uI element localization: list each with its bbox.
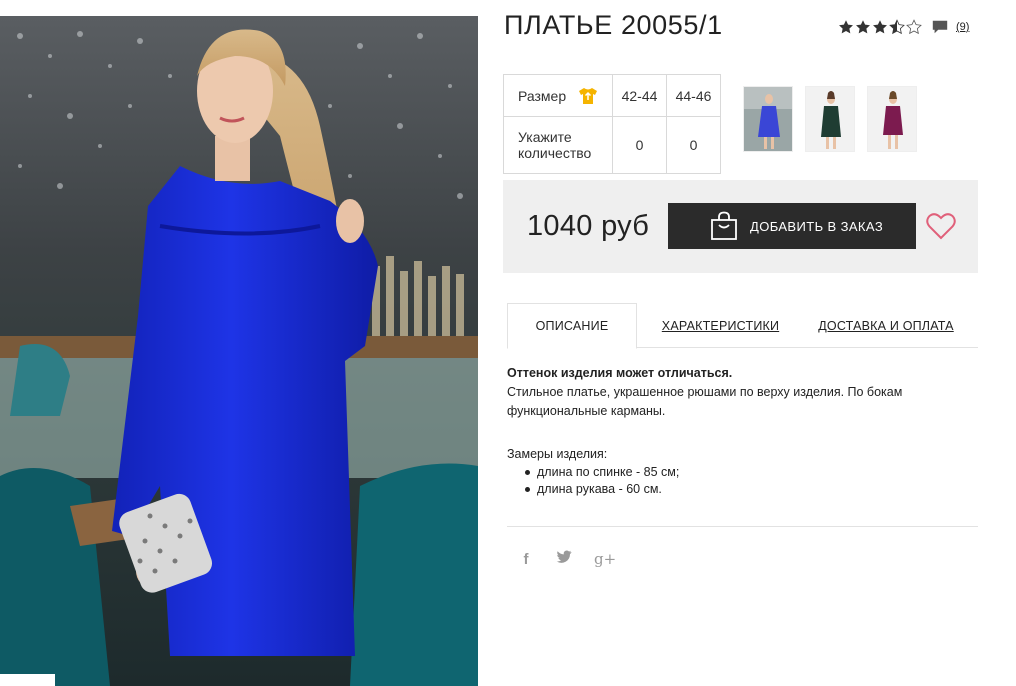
list-item: длина по спинке - 85 см;	[525, 464, 977, 481]
description: Оттенок изделия может отличаться. Стильн…	[507, 364, 977, 498]
size-label-cell: Размер	[503, 74, 613, 117]
twitter-icon[interactable]	[556, 550, 572, 568]
size-table: Размер 42-44 44-46 Укажите количество 0 …	[503, 74, 721, 174]
list-item: длина рукава - 60 см.	[525, 481, 977, 498]
product-title: ПЛАТЬЕ 20055/1	[504, 10, 723, 40]
color-disclaimer: Оттенок изделия может отличаться.	[507, 366, 733, 380]
tab-characteristics[interactable]: ХАРАКТЕРИСТИКИ	[653, 303, 788, 348]
photo-corner-patch	[0, 674, 55, 686]
price-bar: 1040 руб ДОБАВИТЬ В ЗАКАЗ	[503, 180, 978, 273]
quantity-input[interactable]: 0	[666, 116, 721, 174]
measures-list: длина по спинке - 85 см; длина рукава - …	[507, 464, 977, 498]
review-count-link[interactable]: (9)	[956, 21, 969, 33]
shopping-bag-icon	[711, 211, 737, 240]
star-empty-icon	[906, 19, 922, 35]
color-thumbnail-green[interactable]	[805, 86, 855, 152]
size-option[interactable]: 42-44	[612, 74, 667, 117]
divider	[507, 526, 978, 527]
info-tabs: ОПИСАНИЕ ХАРАКТЕРИСТИКИ ДОСТАВКА И ОПЛАТ…	[507, 303, 978, 349]
color-thumbnail-burgundy[interactable]	[867, 86, 917, 152]
star-full-icon	[839, 20, 853, 34]
facebook-icon[interactable]: f	[518, 551, 534, 568]
star-half-icon	[889, 19, 905, 35]
social-share: f g+	[518, 550, 617, 568]
quantity-label: Укажите количество	[503, 116, 613, 174]
quantity-input[interactable]: 0	[612, 116, 667, 174]
wishlist-heart-icon[interactable]	[926, 212, 956, 240]
product-main-photo[interactable]	[0, 16, 478, 686]
add-to-order-button[interactable]: ДОБАВИТЬ В ЗАКАЗ	[668, 203, 916, 249]
size-option[interactable]: 44-46	[666, 74, 721, 117]
tab-delivery-payment[interactable]: ДОСТАВКА И ОПЛАТА	[812, 303, 960, 348]
star-full-icon	[856, 20, 870, 34]
tab-description[interactable]: ОПИСАНИЕ	[507, 303, 637, 349]
description-text: Стильное платье, украшенное рюшами по ве…	[507, 385, 903, 418]
price: 1040 руб	[527, 210, 650, 242]
add-to-order-label: ДОБАВИТЬ В ЗАКАЗ	[750, 218, 884, 234]
color-thumbnail-blue[interactable]	[743, 86, 793, 152]
size-chart-shirt-icon[interactable]	[578, 87, 598, 105]
rating[interactable]: (9)	[838, 18, 969, 36]
comment-icon[interactable]	[931, 18, 949, 36]
star-full-icon	[873, 20, 887, 34]
measures-title: Замеры изделия:	[507, 447, 608, 461]
size-label: Размер	[518, 87, 567, 104]
googleplus-icon[interactable]: g+	[594, 550, 616, 568]
